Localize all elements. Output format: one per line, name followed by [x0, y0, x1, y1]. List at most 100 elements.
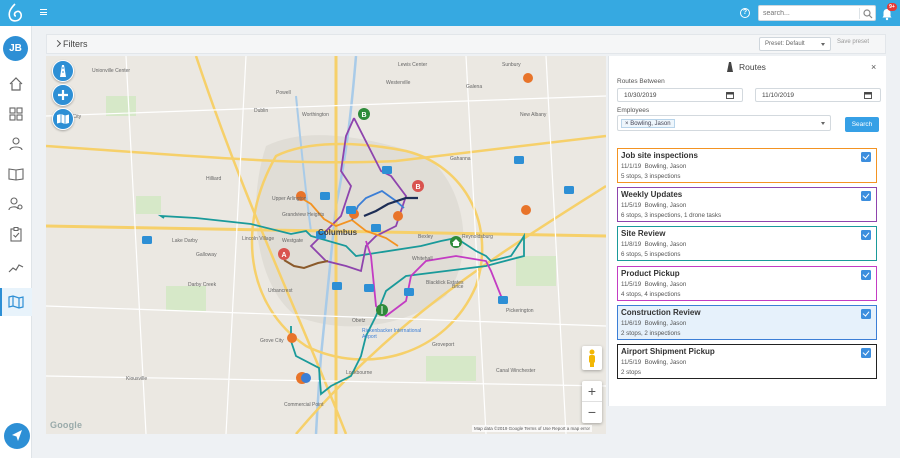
employees-select[interactable]: × Bowling, Jason [617, 115, 831, 131]
route-stats: 2 stops [621, 369, 641, 376]
route-name: Airport Shipment Pickup [621, 347, 715, 356]
route-stats: 6 stops, 5 inspections [621, 251, 681, 259]
route-meta: 11/5/19 Bowling, Jason [621, 281, 686, 288]
route-date: 11/6/19 [621, 319, 642, 327]
zoom-out-button[interactable]: − [582, 402, 602, 423]
place-label: Hilliard [206, 176, 222, 182]
calendar-icon[interactable] [864, 91, 872, 99]
zoom-in-button[interactable]: + [582, 381, 602, 402]
sidebar-item-map[interactable] [6, 292, 26, 312]
place-label: Rickenbacker International Airport [362, 328, 422, 340]
date-to-value: 11/10/2019 [762, 92, 795, 99]
marker-a-red[interactable]: A [278, 248, 290, 260]
menu-icon[interactable] [40, 9, 47, 15]
add-stop-button[interactable] [52, 84, 74, 106]
task-pin[interactable] [382, 166, 392, 174]
task-pin[interactable] [498, 296, 508, 304]
marker-b-red[interactable]: B [412, 180, 424, 192]
route-date: 11/5/19 [621, 280, 642, 288]
task-pin[interactable] [364, 284, 374, 292]
place-label: Reynoldsburg [462, 234, 493, 240]
close-icon[interactable]: × [871, 62, 876, 72]
book-icon [8, 168, 24, 181]
marker-b-green[interactable]: B [358, 108, 370, 120]
task-pin[interactable] [142, 236, 152, 244]
sidebar-item-tasks[interactable] [6, 224, 26, 244]
marker-food-green[interactable] [376, 304, 388, 316]
search-box[interactable] [758, 5, 876, 21]
route-meta: 11/1/19 Bowling, Jason [621, 163, 686, 170]
marker-orange-6[interactable] [393, 211, 403, 221]
route-checkbox[interactable] [861, 191, 871, 202]
route-checkbox[interactable] [861, 308, 871, 319]
road-icon [60, 65, 66, 77]
route-card[interactable]: Site Review 11/8/19 Bowling, Jason 6 stops… [617, 226, 877, 262]
route-card[interactable]: Job site inspections 11/1/19 Bowling, Jas… [617, 148, 877, 183]
filters-toggle[interactable]: Filters [63, 39, 88, 49]
preset-select[interactable]: Preset: Default [759, 37, 831, 51]
road-view-button[interactable] [52, 60, 74, 82]
sidebar-item-contacts[interactable] [6, 134, 26, 154]
date-to-field[interactable]: 11/10/2019 [755, 88, 881, 102]
search-icon[interactable] [862, 8, 874, 20]
route-card[interactable]: Product Pickup 11/5/19 Bowling, Jason 4 st… [617, 265, 877, 301]
place-label: Dublin [254, 108, 269, 114]
route-card[interactable]: Construction Review 11/6/19 Bowling, Jaso… [617, 304, 877, 340]
route-meta: 11/8/19 Bowling, Jason [621, 241, 686, 248]
navigate-button[interactable] [4, 423, 30, 449]
avatar[interactable]: JB [3, 36, 28, 61]
save-preset-button[interactable]: Save preset [837, 39, 869, 45]
task-pin[interactable] [404, 288, 414, 296]
place-label: Westgate [282, 238, 304, 244]
route-employee: Bowling, Jason [644, 241, 687, 249]
help-icon[interactable]: ? [740, 8, 750, 18]
task-pin[interactable] [346, 206, 356, 214]
route-stats: 4 stops, 4 inspections [621, 290, 681, 298]
marker-orange-3[interactable] [521, 205, 531, 215]
sidebar-item-users[interactable] [6, 194, 26, 214]
route-checkbox[interactable] [861, 152, 871, 162]
filters-bar: Filters Preset: Default Save preset [46, 34, 886, 54]
map-view[interactable]: B B A Columbus Unionville Center Plain C… [46, 56, 606, 434]
marker-home-green[interactable] [450, 236, 462, 248]
plus-icon [58, 90, 68, 100]
route-card[interactable]: Weekly Updates 11/5/19 Bowling, Jason 6 st… [617, 187, 877, 223]
sidebar-item-home[interactable] [6, 74, 26, 94]
employee-chip[interactable]: × Bowling, Jason [621, 119, 675, 128]
sidebar-item-reports[interactable] [6, 258, 26, 278]
calendar-icon[interactable] [726, 91, 734, 99]
search-button[interactable]: Search [845, 117, 879, 132]
employee-chip-label: Bowling, Jason [630, 121, 671, 127]
notification-badge: 9+ [887, 3, 897, 11]
task-pin[interactable] [371, 224, 381, 232]
chip-remove-icon[interactable]: × [625, 121, 629, 127]
sidebar-item-library[interactable] [6, 164, 26, 184]
marker-droplet[interactable] [296, 372, 311, 384]
home-icon [9, 77, 23, 91]
map-attribution[interactable]: Map data ©2019 Google Terms of Use Repor… [472, 425, 593, 432]
route-checkbox[interactable] [861, 269, 871, 280]
date-from-field[interactable]: 10/30/2019 [617, 88, 743, 102]
chevron-right-icon[interactable] [53, 39, 62, 48]
employees-label: Employees [617, 107, 650, 114]
task-pin[interactable] [564, 186, 574, 194]
task-pin[interactable] [514, 156, 524, 164]
sidebar-item-dashboard[interactable] [6, 104, 26, 124]
route-checkbox[interactable] [861, 348, 871, 358]
street-view-pegman[interactable] [582, 346, 602, 370]
task-pin[interactable] [320, 192, 330, 200]
place-label: Lake Darby [172, 238, 198, 244]
task-pin[interactable] [332, 282, 342, 290]
google-logo: Google [50, 420, 83, 430]
marker-orange-5[interactable] [523, 73, 533, 83]
person-icon [9, 137, 23, 151]
marker-orange-4[interactable] [287, 333, 297, 343]
map-layers-button[interactable] [52, 108, 74, 130]
route-checkbox[interactable] [861, 230, 871, 241]
logo-icon[interactable] [6, 3, 24, 23]
route-card[interactable]: Airport Shipment Pickup 11/5/19 Bowling, … [617, 344, 877, 379]
search-input[interactable] [763, 8, 855, 19]
route-employee: Bowling, Jason [644, 319, 687, 327]
place-label: Lockbourne [346, 370, 373, 376]
map-icon [8, 295, 24, 309]
